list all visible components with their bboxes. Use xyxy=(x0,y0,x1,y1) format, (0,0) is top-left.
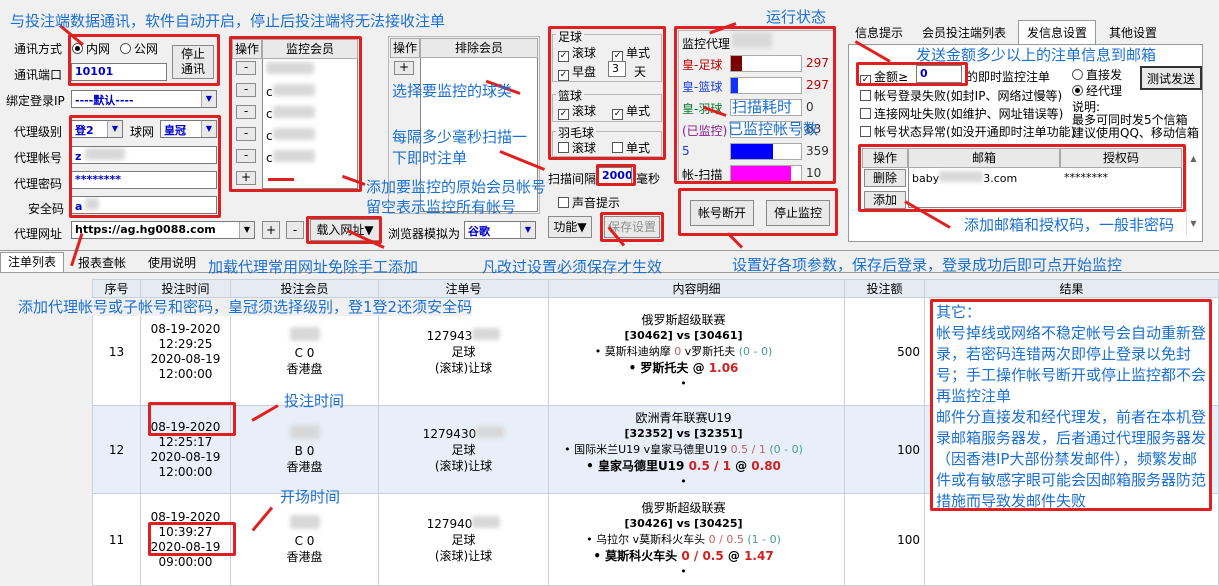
note-scan-interval: 每隔多少毫秒扫描一 xyxy=(392,128,528,146)
test-send-button[interactable]: 测试发送 xyxy=(1140,66,1202,90)
chevron-down-icon: ▼ xyxy=(239,222,254,238)
other-notes-p1: 帐号掉线或网络不稳定帐号会自动重新登录，若密码连错两次即停止登录以免封号；手工操… xyxy=(936,324,1207,405)
add-url-button[interactable]: + xyxy=(262,221,280,239)
note-comm: 与投注端数据通讯，软件自动开启，停止后投注端将无法接收注单 xyxy=(10,12,446,30)
conn-mode-label: 通讯方式 xyxy=(14,42,63,56)
other-notes-p2: 邮件分直接发和经代理发，前者在本机登录邮箱服务器发，后者通过代理服务器发（因香港… xyxy=(936,408,1207,510)
note-add-member: 添加要监控的原始会员帐号 xyxy=(366,178,547,196)
login-fail-checkbox[interactable]: 帐号登录失败(如封IP、网络过慢等) xyxy=(860,87,1062,104)
scan-interval-label: 扫描间隔 xyxy=(548,172,597,186)
status-abnormal-checkbox[interactable]: 帐号状态异常(如没开通即时注单功能) xyxy=(860,123,1075,140)
exclude-col-name: 排除会员 xyxy=(420,38,538,58)
tab-report[interactable]: 报表查帐 xyxy=(70,254,134,272)
bind-ip-label: 绑定登录IP xyxy=(6,94,65,108)
mail-scrollbar[interactable]: ▲ ▼ xyxy=(1186,152,1200,236)
bind-ip-select[interactable]: ----默认---- ▼ xyxy=(71,90,217,108)
note-mail-amount: 发送金额多少以上的注单信息到邮箱 xyxy=(916,46,1157,64)
url-value: https://ag.hg0088.com xyxy=(75,223,216,236)
amount-suffix: 的即时监控注单 xyxy=(966,70,1051,84)
note-monitored-count: 已监控帐号数 xyxy=(728,120,819,138)
radio-direct[interactable]: 直接发 xyxy=(1072,66,1122,83)
note-scan-interval-2: 下即时注单 xyxy=(392,149,468,167)
annotation-box xyxy=(148,522,236,556)
cell-amount: 500 xyxy=(844,297,925,406)
radio-label: 直接发 xyxy=(1086,68,1123,82)
chevron-down-icon: ▼ xyxy=(520,222,535,238)
note-save-required: 凡改过设置必须保存才生效 xyxy=(482,258,663,276)
cell-member: C 0 香港盘 xyxy=(230,493,379,586)
checkbox-label: 帐号状态异常(如没开通即时注单功能) xyxy=(874,125,1076,139)
password-label: 代理密码 xyxy=(14,177,63,191)
other-notes: 其它： 帐号掉线或网络不稳定帐号会自动重新登录，若密码连错两次即停止登录以免封号… xyxy=(936,302,1210,512)
tab-bet-list[interactable]: 注单列表 xyxy=(0,252,64,272)
scan-unit: 毫秒 xyxy=(636,172,661,186)
browser-label: 浏览器模拟为 xyxy=(388,227,461,241)
col-member: 投注会员 xyxy=(230,279,379,298)
function-menu-button[interactable]: 功能▼ xyxy=(548,216,592,238)
cell-detail: 俄罗斯超级联赛 [30426] vs [30425] • 乌拉尔 v莫斯科火车头 0… xyxy=(548,493,845,586)
note-add-mail: 添加邮箱和授权码，一般非密码 xyxy=(964,216,1175,234)
checkbox-label: 声音提示 xyxy=(572,196,621,210)
cell-detail: 俄罗斯超级联赛 [30462] vs [30461] • 莫斯科迪纳摩 0 v罗斯托… xyxy=(548,297,845,406)
cell-no: 11 xyxy=(92,493,141,586)
browser-value: 谷歌 xyxy=(468,225,490,238)
note-bet-time: 投注时间 xyxy=(284,392,345,410)
note-start-time: 开场时间 xyxy=(280,488,341,506)
note-status: 运行状态 xyxy=(766,8,827,26)
annotation-box xyxy=(596,164,636,186)
level-label: 代理级别 xyxy=(14,125,63,139)
col-amount: 投注额 xyxy=(844,279,925,298)
radio-via-agent[interactable]: 经代理 xyxy=(1072,82,1122,99)
url-label: 代理网址 xyxy=(14,227,63,241)
annotation-box xyxy=(856,62,968,86)
radio-label: 经代理 xyxy=(1086,84,1123,98)
col-no: 序号 xyxy=(92,279,141,298)
port-label: 通讯端口 xyxy=(14,68,63,82)
bind-ip-value: ----默认---- xyxy=(75,94,134,107)
cell-detail: 欧洲青年联赛U19 [32352] vs [32351] • 国际米兰U19 v皇家… xyxy=(548,405,845,494)
note-agent-account: 添加代理帐号或子帐号和密码，皇冠须选择级别，登1登2还须安全码 xyxy=(18,298,473,316)
note-ball-types: 选择要监控的球类 xyxy=(392,82,513,100)
hint-suggest: 建议使用QQ、移动信箱 xyxy=(1072,126,1199,140)
col-result: 结果 xyxy=(924,279,1219,298)
remove-url-button[interactable]: - xyxy=(286,221,304,239)
chevron-down-icon: ▼ xyxy=(201,91,216,107)
col-order: 注单号 xyxy=(378,279,549,298)
net-fail-checkbox[interactable]: 连接网址失败(如维护、网址错误等) xyxy=(860,105,1063,122)
cell-amount: 100 xyxy=(844,493,925,586)
annotation-box xyxy=(68,34,220,86)
exclude-col-op: 操作 xyxy=(390,38,420,58)
code-label: 安全码 xyxy=(28,202,65,216)
tab-other-settings[interactable]: 其他设置 xyxy=(1100,22,1166,44)
note-load-url: 加载代理常用网址免除手工添加 xyxy=(208,258,419,276)
checkbox-label: 帐号登录失败(如封IP、网络过慢等) xyxy=(874,89,1063,103)
note-scan-time: 扫描耗时 xyxy=(732,98,793,116)
annotation-box xyxy=(229,36,362,192)
annotation-box xyxy=(148,402,236,436)
tab-help[interactable]: 使用说明 xyxy=(140,254,204,272)
account-label: 代理帐号 xyxy=(14,151,63,165)
tab-mail-settings[interactable]: 发信息设置 xyxy=(1018,20,1096,44)
other-notes-title: 其它： xyxy=(936,303,982,321)
cell-amount: 100 xyxy=(844,405,925,494)
tab-client-list[interactable]: 会员投注端列表 xyxy=(914,22,1014,44)
url-select[interactable]: https://ag.hg0088.com ▼ xyxy=(71,221,255,239)
col-time: 投注时间 xyxy=(140,279,231,298)
col-detail: 内容明细 xyxy=(548,279,845,298)
checkbox-label: 连接网址失败(如维护、网址错误等) xyxy=(874,107,1064,121)
note-empty-all: 留空表示监控所有帐号 xyxy=(366,198,517,216)
annotation-box xyxy=(548,26,666,160)
browser-select[interactable]: 谷歌 ▼ xyxy=(464,221,536,239)
right-tabs: 信息提示 会员投注端列表 发信息设置 其他设置 xyxy=(848,20,1219,44)
note-start: 设置好各项参数，保存后登录，登录成功后即可点开始监控 xyxy=(732,256,1123,274)
annotation-box xyxy=(678,188,838,236)
cell-order: 1279430 足球 (滚球)让球 xyxy=(378,405,549,494)
annotation-box xyxy=(69,115,221,218)
cell-no: 12 xyxy=(92,405,141,494)
cell-order: 127940 足球 (滚球)让球 xyxy=(378,493,549,586)
exclude-add-button[interactable]: + xyxy=(394,61,414,75)
sound-checkbox[interactable]: 声音提示 xyxy=(558,194,620,211)
